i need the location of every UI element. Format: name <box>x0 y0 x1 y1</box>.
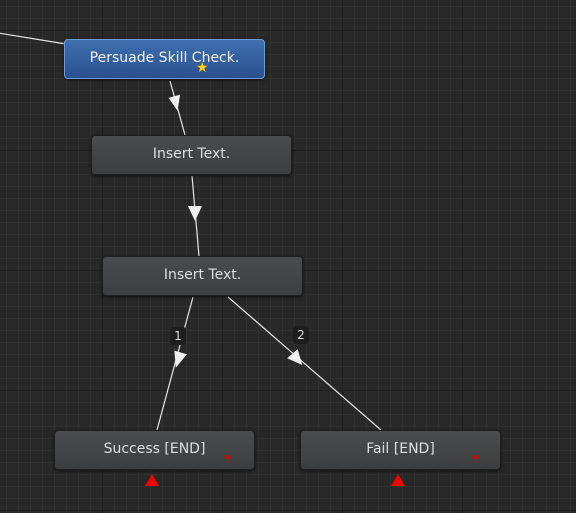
connection-insert2-success <box>156 296 194 431</box>
branch-label-2: 2 <box>293 326 309 344</box>
node-label: Insert Text. <box>152 146 231 162</box>
node-label: Fail [END] <box>366 441 435 457</box>
node-insert-text-1[interactable]: Insert Text. <box>91 135 292 175</box>
node-label: Persuade Skill Check. <box>89 50 240 66</box>
node-label: Insert Text. <box>163 267 242 283</box>
arrowhead-branch-1 <box>174 350 187 368</box>
node-success-end[interactable]: Success [END] <box>54 430 255 470</box>
node-persuade-skill-check[interactable]: Persuade Skill Check. ★ <box>64 39 265 79</box>
arrowhead-insert1-to-insert2 <box>188 206 202 221</box>
star-icon: ★ <box>196 60 209 76</box>
connection-incoming <box>0 32 67 45</box>
connection-insert2-fail <box>227 296 382 431</box>
node-fail-end[interactable]: Fail [END] <box>300 430 501 470</box>
branch-label-1: 1 <box>170 327 186 345</box>
arrowhead-branch-2 <box>287 349 303 366</box>
red-key-icon <box>473 455 478 463</box>
red-key-icon <box>225 455 230 463</box>
arrowhead-insert1-to-persuade <box>168 94 181 111</box>
node-insert-text-2[interactable]: Insert Text. <box>102 256 303 296</box>
node-label: Success [END] <box>103 441 206 457</box>
end-marker-success-icon <box>145 474 159 486</box>
end-marker-fail-icon <box>391 474 405 486</box>
